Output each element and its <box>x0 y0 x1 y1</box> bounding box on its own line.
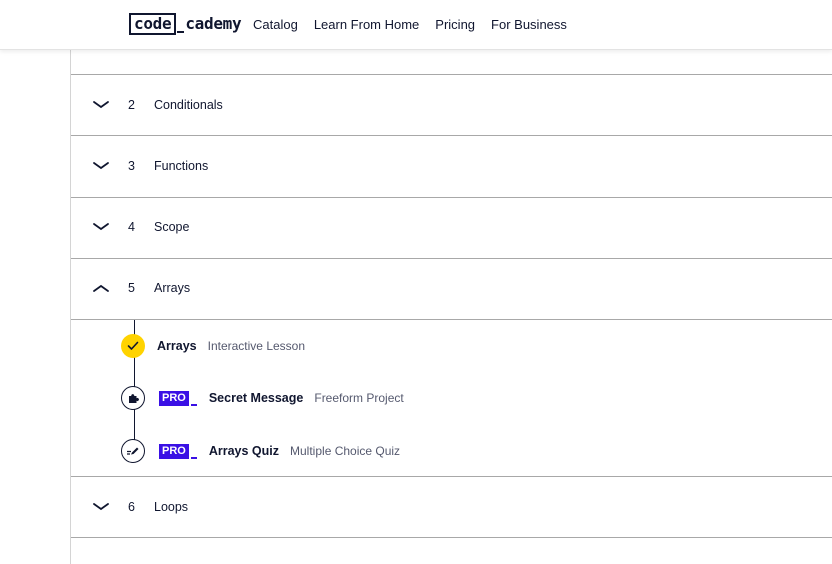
chevron-down-icon <box>93 503 109 511</box>
module-number: 6 <box>128 500 135 514</box>
module-arrays[interactable]: 5 Arrays <box>71 258 832 318</box>
completed-check-icon <box>121 334 145 358</box>
module-title: Loops <box>154 500 189 514</box>
chevron-down-icon <box>93 162 109 170</box>
module-number: 5 <box>128 281 135 295</box>
pro-badge-cursor <box>190 457 197 459</box>
module-number: 4 <box>128 220 135 234</box>
content-item-arrays-quiz[interactable]: PRO Arrays Quiz Multiple Choice Quiz <box>121 437 400 465</box>
module-title: Scope <box>154 220 190 234</box>
nav-pricing[interactable]: Pricing <box>435 16 475 34</box>
logo-cursor <box>177 31 185 33</box>
puzzle-icon <box>121 386 145 410</box>
top-nav-bar: code cademy Catalog Learn From Home Prici… <box>0 0 832 50</box>
module-number: 2 <box>128 98 135 112</box>
item-type: Multiple Choice Quiz <box>290 444 401 458</box>
nav-catalog[interactable]: Catalog <box>253 16 298 34</box>
chevron-down-icon <box>93 223 109 231</box>
item-type: Freeform Project <box>314 391 404 405</box>
syllabus: 2 Conditionals 3 Functions 4 Scope 5 Arr… <box>70 49 832 564</box>
module-title: Conditionals <box>154 98 223 112</box>
pro-badge: PRO <box>159 443 189 459</box>
main-nav: Catalog Learn From Home Pricing For Busi… <box>253 16 567 34</box>
item-name: Arrays Quiz <box>208 444 280 458</box>
codecademy-logo[interactable]: code cademy <box>129 13 242 35</box>
divider <box>71 537 832 538</box>
item-name: Arrays <box>157 339 197 353</box>
module-loops[interactable]: 6 Loops <box>71 477 832 537</box>
nav-for-business[interactable]: For Business <box>491 16 567 34</box>
pro-badge: PRO <box>159 390 189 406</box>
nav-learn-from-home[interactable]: Learn From Home <box>314 16 419 34</box>
logo-academy-text: cademy <box>185 14 242 33</box>
module-conditionals[interactable]: 2 Conditionals <box>71 75 832 135</box>
quiz-pencil-icon <box>121 439 145 463</box>
content-item-arrays-lesson[interactable]: Arrays Interactive Lesson <box>121 332 305 360</box>
logo-code-box: code <box>129 13 177 35</box>
module-functions[interactable]: 3 Functions <box>71 136 832 196</box>
module-number: 3 <box>128 159 135 173</box>
chevron-down-icon <box>93 101 109 109</box>
item-name: Secret Message <box>208 391 304 405</box>
module-scope[interactable]: 4 Scope <box>71 197 832 257</box>
module-title: Arrays <box>154 281 191 295</box>
content-item-secret-message[interactable]: PRO Secret Message Freeform Project <box>121 384 404 412</box>
item-type: Interactive Lesson <box>207 339 306 353</box>
pro-badge-cursor <box>190 404 197 406</box>
divider <box>71 319 832 320</box>
chevron-up-icon <box>93 284 109 292</box>
module-title: Functions <box>154 159 209 173</box>
